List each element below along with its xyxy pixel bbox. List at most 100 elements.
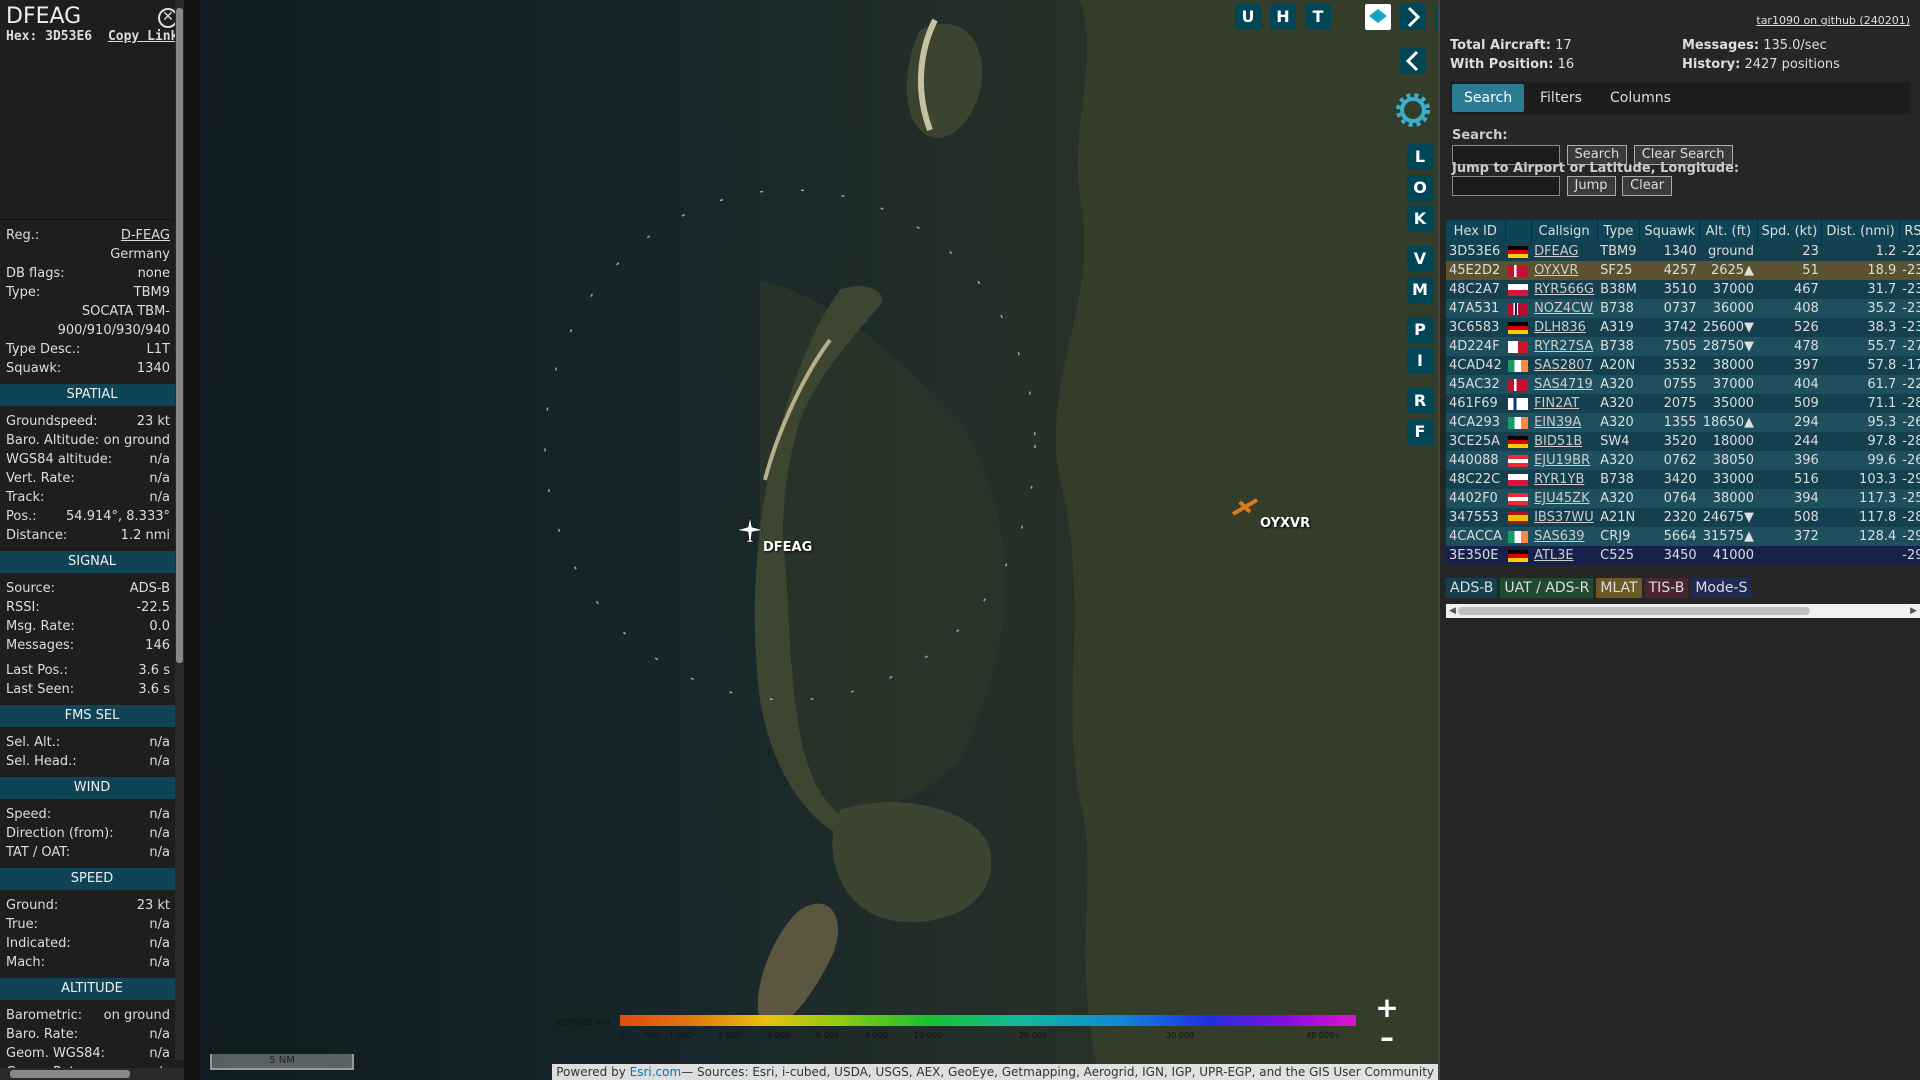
- tab-filters[interactable]: Filters: [1528, 84, 1594, 112]
- cell-cs[interactable]: BID51B: [1531, 432, 1598, 451]
- table-row[interactable]: 347553 IBS37WUA21N232024675▼508117.8-28.9…: [1446, 508, 1920, 527]
- legend-uat: UAT / ADS-R: [1500, 578, 1594, 598]
- cell-sq: 3532: [1639, 356, 1700, 375]
- table-row[interactable]: 4D224FRYR27SAB738750528750▼47855.7-27.3n: [1446, 337, 1920, 356]
- button-i[interactable]: I: [1407, 348, 1433, 374]
- cell-cs[interactable]: EJU19BR: [1531, 451, 1598, 470]
- aircraft-marker-dfeag[interactable]: [735, 515, 765, 545]
- cell-hex: 3D53E6: [1446, 242, 1506, 261]
- button-k[interactable]: K: [1407, 206, 1433, 232]
- button-p[interactable]: P: [1407, 317, 1433, 343]
- msgrate-label: Msg. Rate:: [6, 619, 75, 634]
- ground-value: 23 kt: [136, 898, 170, 913]
- distance-row: Distance: 1.2 nmi: [6, 526, 176, 545]
- cell-cs[interactable]: DLH836: [1531, 318, 1598, 337]
- cell-cs[interactable]: ATL3E: [1531, 546, 1598, 565]
- attribution-link[interactable]: Esri.com: [630, 1065, 682, 1079]
- chevron-right-icon[interactable]: [1400, 4, 1426, 30]
- table-row[interactable]: 4CA293EIN39AA320135518650▲29495.3-26.4n: [1446, 413, 1920, 432]
- cell-cs[interactable]: FIN2AT: [1531, 394, 1598, 413]
- table-row[interactable]: 47A531NOZ4CWB73807373600040835.2-23.8n: [1446, 299, 1920, 318]
- column-header[interactable]: Dist. (nmi): [1821, 220, 1900, 242]
- table-row[interactable]: 461F69FIN2ATA32020753500050971.1-28.1n: [1446, 394, 1920, 413]
- column-header[interactable]: [1505, 220, 1532, 242]
- info-vertical-scrollbar[interactable]: [175, 0, 184, 1060]
- cell-cs[interactable]: RYR1YB: [1531, 470, 1598, 489]
- button-t[interactable]: T: [1305, 4, 1331, 30]
- button-r[interactable]: R: [1407, 388, 1433, 414]
- cell-sq: 3520: [1639, 432, 1700, 451]
- table-row[interactable]: 3D53E6DFEAGTBM91340ground231.2-22.5n: [1446, 242, 1920, 261]
- jump-button[interactable]: Jump: [1566, 176, 1616, 196]
- column-header[interactable]: Hex ID: [1446, 220, 1506, 242]
- cell-hex: 48C2A7: [1446, 280, 1506, 299]
- cell-cs[interactable]: SAS639: [1531, 527, 1598, 546]
- cell-cs[interactable]: EIN39A: [1531, 413, 1598, 432]
- aircraft-marker-oyxvr[interactable]: [1230, 492, 1260, 522]
- altitude-tick: 2 000: [718, 1031, 741, 1040]
- cell-cs[interactable]: SAS2807: [1531, 356, 1598, 375]
- column-header[interactable]: RSSI: [1899, 220, 1920, 242]
- tab-search[interactable]: Search: [1452, 84, 1525, 112]
- table-row[interactable]: 4CAD42SAS2807A20N35323800039757.8-17.7n: [1446, 356, 1920, 375]
- button-h[interactable]: H: [1270, 4, 1296, 30]
- cell-cs[interactable]: EJU45ZK: [1531, 489, 1598, 508]
- tab-columns[interactable]: Columns: [1598, 84, 1683, 112]
- pos-label: Pos.:: [6, 509, 37, 524]
- column-header[interactable]: Squawk: [1639, 220, 1701, 242]
- table-row[interactable]: 440088EJU19BRA32007623805039699.6-26.2n: [1446, 451, 1920, 470]
- cell-cs[interactable]: IBS37WU: [1531, 508, 1598, 527]
- cell-cs[interactable]: RYR27SA: [1531, 337, 1598, 356]
- cell-cs[interactable]: OYXVR: [1531, 261, 1598, 280]
- column-header[interactable]: Alt. (ft): [1699, 220, 1758, 242]
- flag-icon: [1505, 242, 1532, 261]
- wind-speed-row: Speed: n/a: [6, 805, 176, 824]
- cell-cs[interactable]: SAS4719: [1531, 375, 1598, 394]
- reg-link[interactable]: D-FEAG: [121, 226, 170, 245]
- table-row[interactable]: 4402F0EJU45ZKA320076438000394117.3-25.7n: [1446, 489, 1920, 508]
- chevron-left-icon[interactable]: [1400, 48, 1426, 74]
- table-row[interactable]: 3C6583DLH836A319374225600▼52638.3-23.4n: [1446, 318, 1920, 337]
- section-spatial: SPATIAL: [0, 384, 184, 406]
- copy-link[interactable]: Copy Link: [108, 29, 178, 44]
- button-u[interactable]: U: [1235, 4, 1261, 30]
- cell-sq: 2320: [1639, 508, 1700, 527]
- map-view[interactable]: U H T L O K V M P I R F DFEAG OYXVR 1nmi…: [200, 0, 1440, 1080]
- table-row[interactable]: 48C22CRYR1YBB738342033000516103.3-29.0n: [1446, 470, 1920, 489]
- button-v[interactable]: V: [1407, 246, 1433, 272]
- cell-cs[interactable]: NOZ4CW: [1531, 299, 1598, 318]
- github-link[interactable]: tar1090 on github (240201): [1756, 14, 1910, 27]
- jump-input[interactable]: [1452, 176, 1560, 196]
- table-row[interactable]: 3CE25ABID51BSW435201800024497.8-28.1n: [1446, 432, 1920, 451]
- altitude-tick: 6 000: [816, 1031, 839, 1040]
- gear-icon[interactable]: [1393, 90, 1433, 130]
- cell-cs[interactable]: RYR566G: [1531, 280, 1598, 299]
- table-row[interactable]: 45AC32SAS4719A32007553700040461.7-22.8n: [1446, 375, 1920, 394]
- table-row[interactable]: 48C2A7RYR566GB38M35103700046731.7-23.4n: [1446, 280, 1920, 299]
- scroll-right-icon[interactable]: ▶: [1910, 604, 1917, 618]
- table-horizontal-scrollbar[interactable]: ◀ ▶: [1446, 604, 1920, 618]
- button-l[interactable]: L: [1407, 144, 1433, 170]
- column-header[interactable]: Callsign: [1531, 220, 1598, 242]
- zoom-in-icon[interactable]: +: [1374, 994, 1400, 1022]
- button-m[interactable]: M: [1407, 277, 1433, 303]
- sidebar-tabs: Search Filters Columns: [1450, 82, 1910, 114]
- button-o[interactable]: O: [1407, 175, 1433, 201]
- cell-hex: 461F69: [1446, 394, 1506, 413]
- layers-icon[interactable]: [1365, 4, 1391, 30]
- cell-cs[interactable]: DFEAG: [1531, 242, 1598, 261]
- altitude-tick: 30 000: [1166, 1031, 1194, 1040]
- table-row[interactable]: 45E2D2OYXVRSF2542572625▲5118.9-23.0n: [1446, 261, 1920, 280]
- scroll-left-icon[interactable]: ◀: [1449, 604, 1456, 618]
- clear-button[interactable]: Clear: [1622, 176, 1673, 196]
- column-header[interactable]: Spd. (kt): [1757, 220, 1823, 242]
- info-horizontal-scrollbar[interactable]: [0, 1068, 184, 1080]
- table-row[interactable]: 4CACCASAS639CRJ9566431575▲372128.4-29.0n: [1446, 527, 1920, 546]
- column-header[interactable]: Type: [1597, 220, 1641, 242]
- button-f[interactable]: F: [1407, 419, 1433, 445]
- table-body: 3D53E6DFEAGTBM91340ground231.2-22.5n45E2…: [1446, 242, 1920, 565]
- cell-type: A21N: [1597, 508, 1640, 527]
- table-row[interactable]: 3E350EATL3EC525345041000-29.7n: [1446, 546, 1920, 565]
- zoom-out-icon[interactable]: –: [1374, 1024, 1400, 1052]
- cell-sq: 5664: [1639, 527, 1700, 546]
